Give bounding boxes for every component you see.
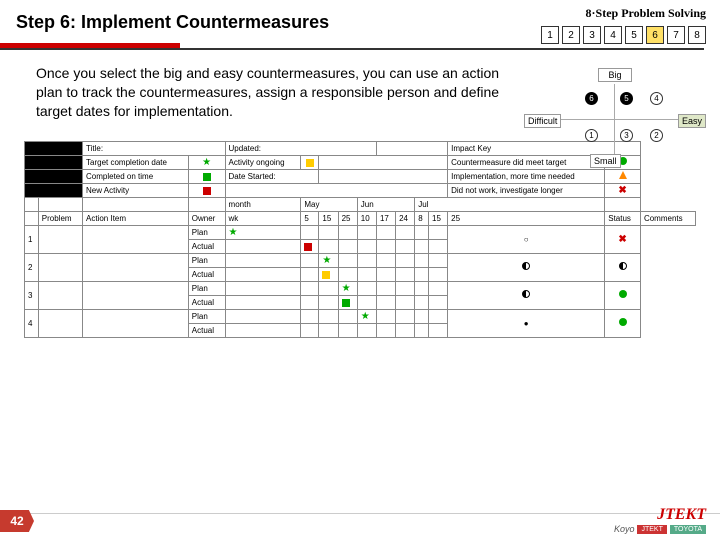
row-3: 3: [25, 281, 39, 309]
month-jul: Jul: [415, 197, 605, 211]
red-x-icon: ✖: [618, 185, 626, 196]
star-icon: ★: [202, 157, 211, 168]
plan-label: Plan: [188, 225, 225, 239]
quadrant-chart: Big Difficult Easy 6 5 4 1 3 2 Small: [530, 68, 700, 154]
brand-tag-2: TOYOTA: [670, 525, 706, 534]
actual-label: Actual: [188, 239, 225, 253]
orange-triangle-icon: [619, 171, 627, 179]
quad-point-6: 6: [585, 92, 598, 105]
green-square-icon: [203, 173, 211, 181]
quad-point-5: 5: [620, 92, 633, 105]
quad-label-bottom: Small: [590, 154, 621, 168]
step-indicator: 1 2 3 4 5 6 7 8: [541, 26, 706, 44]
quad-point-1: 1: [585, 129, 598, 142]
month-hdr: month: [225, 197, 301, 211]
legend-cot: Completed on time: [83, 169, 189, 183]
step-2: 2: [562, 26, 580, 44]
col-problem: Problem: [38, 211, 82, 225]
legend-nla: New Activity: [83, 183, 189, 197]
legend-ds: Date Started:: [225, 169, 319, 183]
impact-3: Did not work, investigate longer: [448, 183, 605, 197]
month-may: May: [301, 197, 357, 211]
quad-point-2: 2: [650, 129, 663, 142]
month-jun: Jun: [357, 197, 414, 211]
legend-tcd: Target completion date: [83, 155, 189, 169]
legend-ao: Activity ongoing: [225, 155, 301, 169]
brand-tag-1: JTEKT: [637, 525, 666, 534]
brand-main: JTEKT: [614, 506, 706, 524]
step-5: 5: [625, 26, 643, 44]
col-action: Action Item: [83, 211, 189, 225]
quad-label-left: Difficult: [524, 114, 561, 128]
eight-step-logo: 8·Step Problem Solving: [586, 6, 706, 21]
col-status: Status: [605, 211, 641, 225]
quad-point-4: 4: [650, 92, 663, 105]
step-4: 4: [604, 26, 622, 44]
step-8: 8: [688, 26, 706, 44]
plan-updated-label: Updated:: [225, 141, 376, 155]
step-7: 7: [667, 26, 685, 44]
yellow-square-icon: [306, 159, 314, 167]
quad-label-right: Easy: [678, 114, 706, 128]
step-6: 6: [646, 26, 664, 44]
row-1: 1: [25, 225, 39, 253]
red-square-icon: [203, 187, 211, 195]
step-1: 1: [541, 26, 559, 44]
row-2: 2: [25, 253, 39, 281]
brand-block: JTEKT Koyo JTEKT TOYOTA: [614, 506, 706, 534]
quad-label-top: Big: [598, 68, 632, 82]
page-number: 42: [0, 510, 34, 532]
col-comments: Comments: [640, 211, 695, 225]
quad-point-3: 3: [620, 129, 633, 142]
row-4: 4: [25, 309, 39, 337]
plan-title-label: Title:: [83, 141, 226, 155]
impact-1: Countermeasure did meet target: [448, 155, 605, 169]
col-owner: Owner: [188, 211, 225, 225]
brand-koyo: Koyo: [614, 524, 635, 534]
impact-2: Implementation, more time needed: [448, 169, 605, 183]
step-3: 3: [583, 26, 601, 44]
